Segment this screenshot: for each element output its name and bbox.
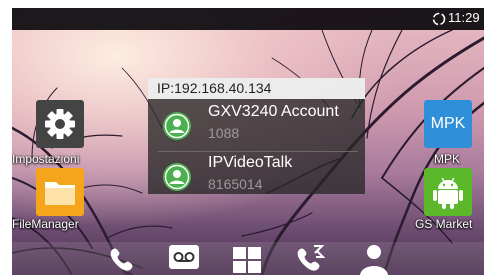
account-number: 1088 [208, 125, 240, 141]
app-label: Impostazioni [12, 152, 80, 166]
app-label: GS Market [415, 217, 473, 231]
sync-icon [432, 12, 446, 26]
status-bar: 11:29 [12, 8, 484, 30]
dock-contacts-button[interactable] [356, 242, 392, 275]
contact-icon [163, 112, 191, 140]
voicemail-icon [169, 245, 199, 269]
ip-address-label: IP:192.168.40.134 [148, 78, 365, 99]
account-row[interactable]: GXV3240 Account 1088 [148, 101, 365, 147]
call-history-icon [297, 245, 326, 271]
app-gs-market[interactable]: GS Market [412, 168, 484, 238]
account-name: GXV3240 Account [208, 103, 339, 120]
app-mpk[interactable]: MPK MPK [412, 100, 484, 170]
contact-icon [163, 163, 191, 191]
account-row[interactable]: IPVideoTalk 8165014 [148, 152, 365, 198]
mpk-tile-text: MPK [430, 115, 466, 132]
dock-apps-button[interactable] [230, 242, 266, 275]
account-number: 8165014 [208, 176, 263, 192]
account-name: IPVideoTalk [208, 154, 293, 171]
android-icon [424, 168, 472, 216]
app-label: FileManager [12, 217, 79, 231]
gear-icon [36, 100, 84, 148]
dock-phone-button[interactable] [104, 242, 140, 275]
dock-voicemail-button[interactable] [166, 242, 202, 275]
mpk-icon: MPK [424, 100, 472, 148]
folder-icon [36, 168, 84, 216]
status-clock: 11:29 [448, 10, 480, 25]
account-widget[interactable]: IP:192.168.40.134 GXV3240 Account 1088 I… [148, 78, 365, 194]
app-settings[interactable]: Impostazioni [12, 100, 102, 170]
app-file-manager[interactable]: FileManager [12, 168, 102, 238]
home-screen: 11:29 IP:192.168.40.134 GXV3240 Account … [12, 8, 484, 275]
app-label: MPK [434, 152, 461, 166]
dock-call-history-button[interactable] [294, 242, 330, 275]
apps-grid-icon [233, 247, 261, 273]
phone-icon [110, 248, 133, 271]
contacts-icon [360, 245, 388, 275]
